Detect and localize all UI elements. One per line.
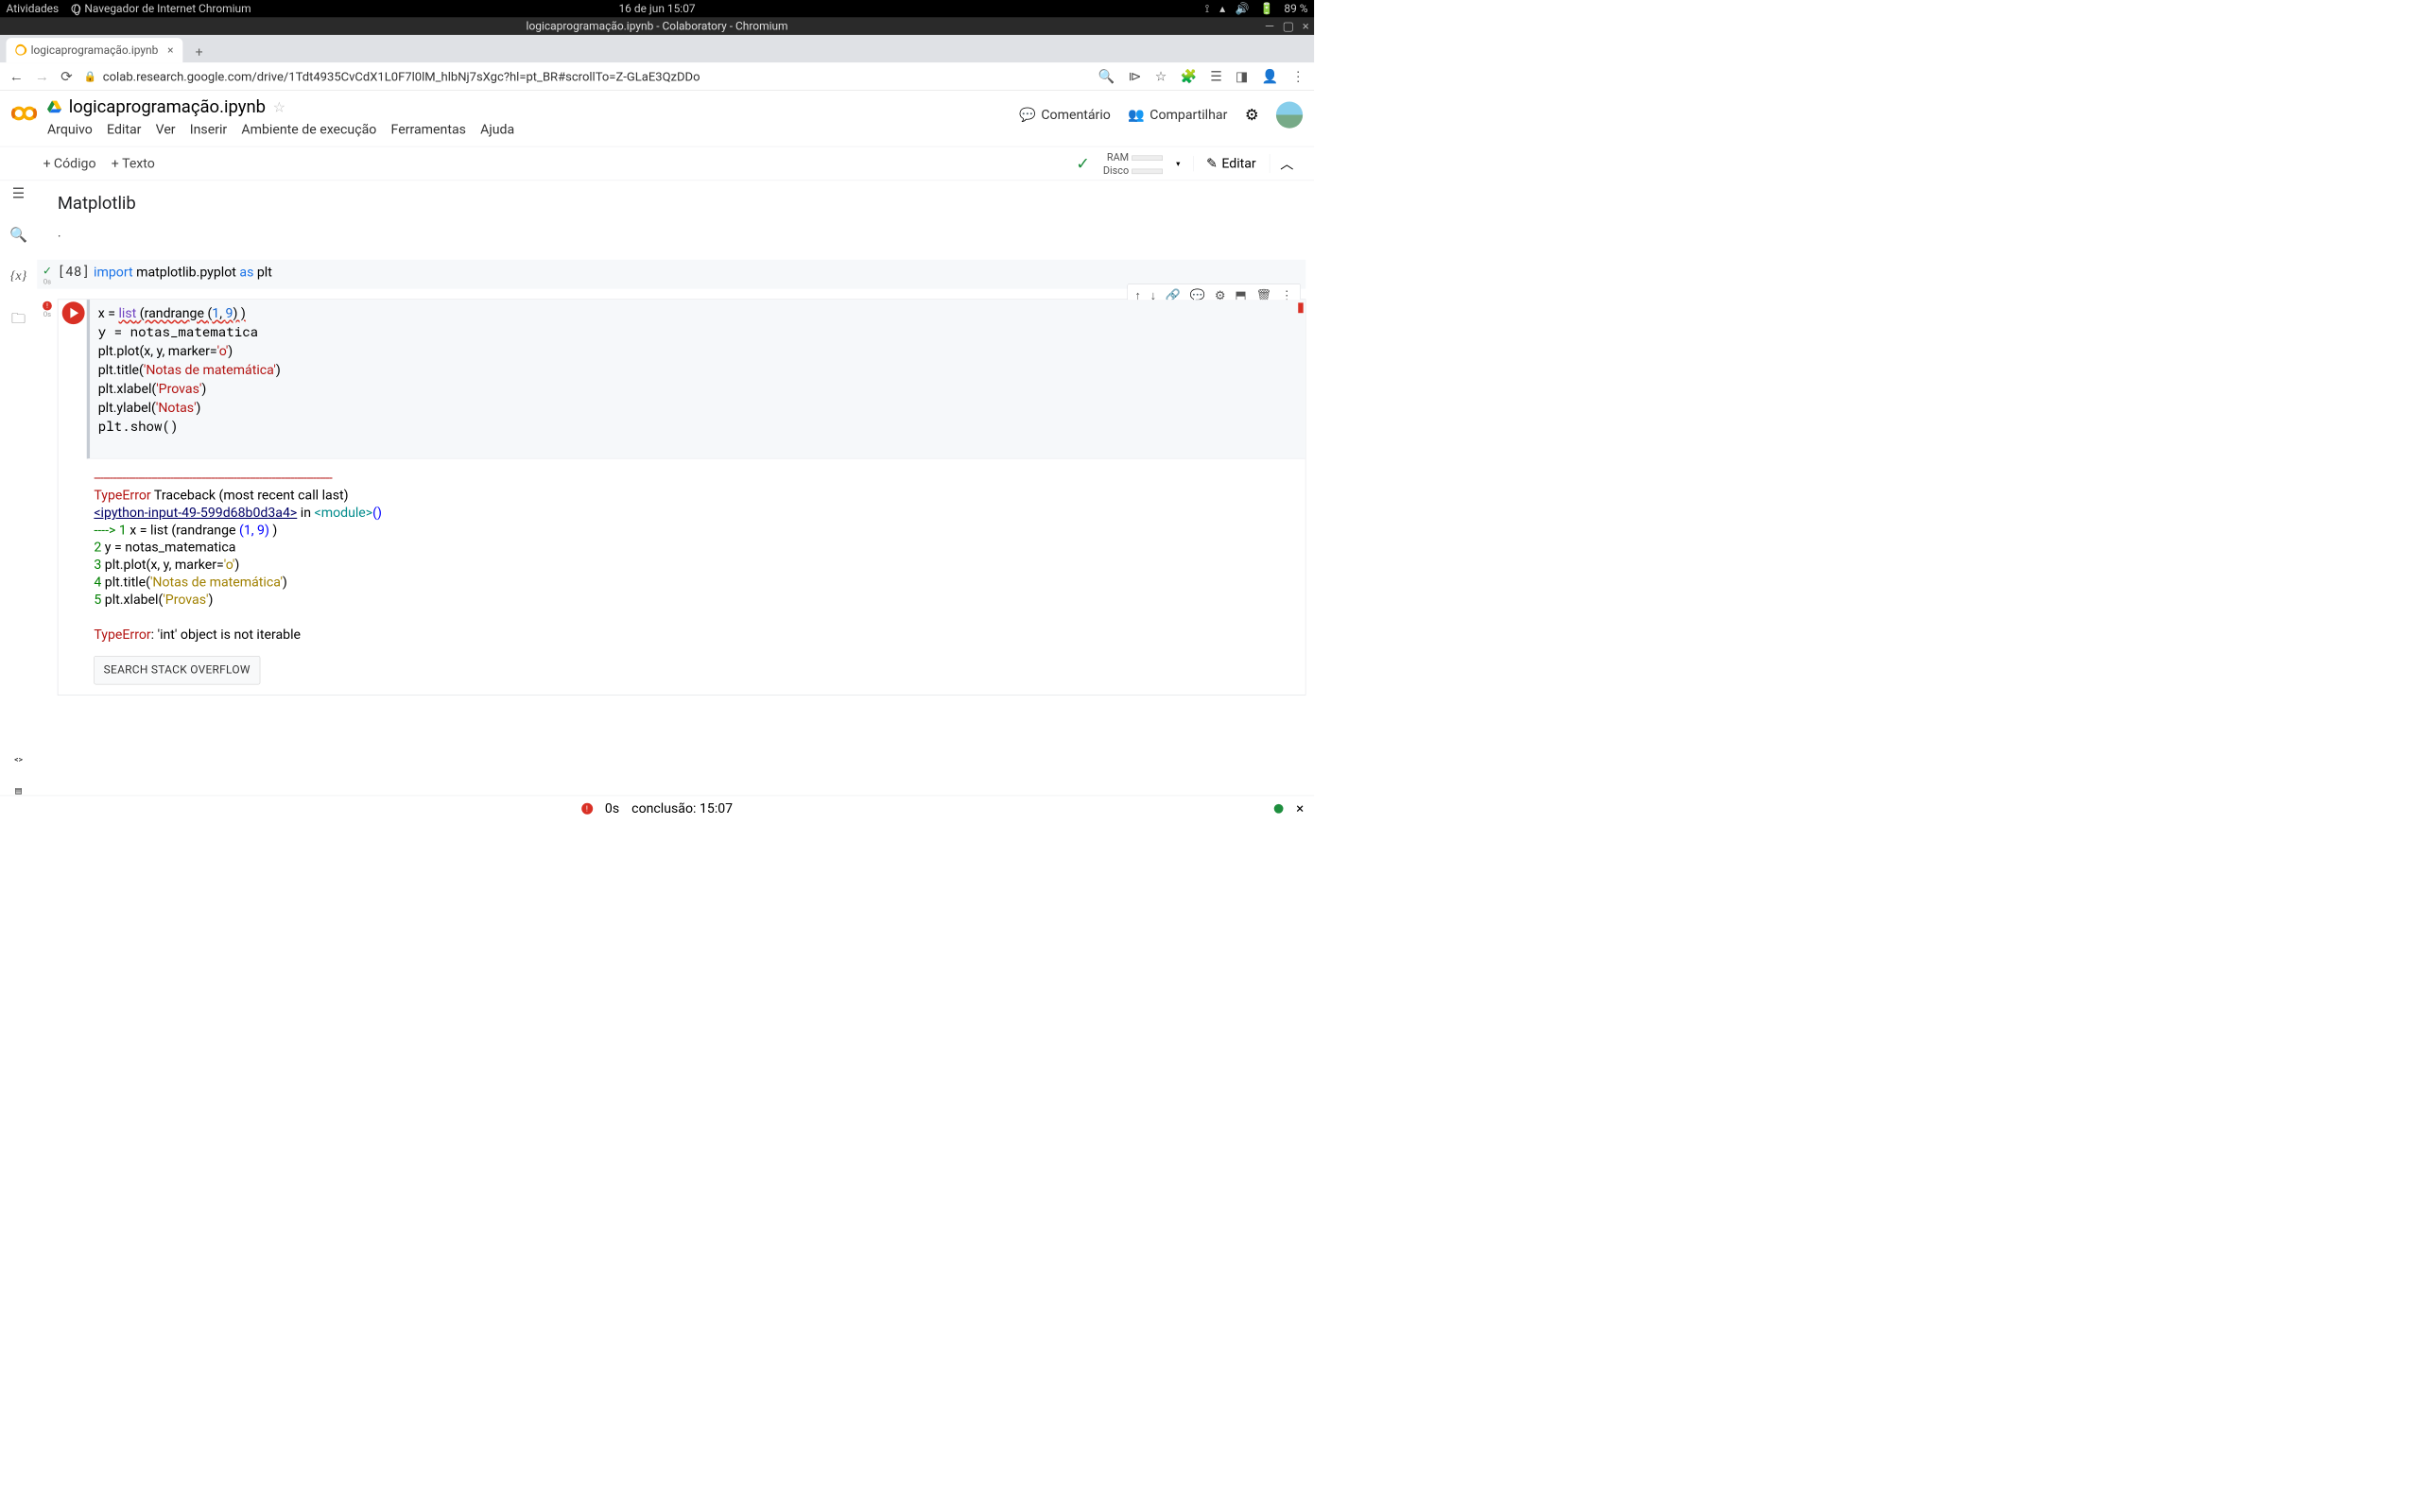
bookmark-icon[interactable]: ☆ [1155, 68, 1167, 83]
code-editor[interactable]: x = list (randrange (1, 9) ) y = notas_m… [87, 300, 1305, 458]
cell-status-check-icon: ✓ [43, 265, 52, 278]
lock-icon: 🔒 [84, 70, 97, 82]
collapse-toolbar-button[interactable]: ︿ [1270, 154, 1304, 173]
window-close[interactable]: × [1303, 19, 1309, 33]
browser-menu-icon[interactable]: ⋮ [1291, 68, 1305, 83]
colab-header: logicaprogramação.ipynb ☆ Arquivo Editar… [0, 91, 1314, 147]
left-sidebar-bottom: <> ▤ [0, 754, 37, 795]
exec-count: [48] [58, 263, 90, 285]
network-icon[interactable]: ▴ [1219, 2, 1225, 15]
reload-button[interactable]: ⟳ [60, 68, 73, 85]
close-status-icon[interactable]: × [1296, 800, 1304, 817]
address-bar[interactable]: 🔒 colab.research.google.com/drive/1Tdt49… [84, 69, 1087, 83]
menu-ajuda[interactable]: Ajuda [480, 122, 514, 137]
comment-button[interactable]: 💬 Comentário [1019, 107, 1110, 122]
cell-output: ----------------------------------------… [58, 458, 1305, 695]
people-icon: 👥 [1128, 107, 1145, 122]
window-minimize[interactable]: — [1265, 19, 1274, 33]
comment-icon: 💬 [1019, 107, 1036, 122]
notebook-toolbar: + Código + Texto ✓ RAM Disco ▾ ✎ Editar … [0, 146, 1314, 180]
forward-button[interactable]: → [35, 68, 49, 85]
globe-icon [71, 4, 80, 13]
add-code-button[interactable]: + Código [43, 156, 96, 171]
drive-icon [47, 100, 61, 112]
text-cell: · [58, 229, 1306, 244]
traceback-link[interactable]: <ipython-input-49-599d68b0d3a4> [94, 505, 297, 520]
notebook-main: Matplotlib · ✓ 0s [48] import matplotlib… [37, 180, 1305, 796]
menu-ferramentas[interactable]: Ferramentas [391, 122, 466, 137]
accessibility-icon[interactable]: ⟟ [1205, 2, 1209, 15]
settings-gear-icon[interactable]: ⚙ [1245, 106, 1259, 124]
back-button[interactable]: ← [9, 68, 24, 85]
error-marker [1298, 302, 1303, 313]
colab-logo-icon[interactable] [11, 100, 37, 126]
kernel-status-icon[interactable] [1274, 804, 1284, 814]
user-avatar[interactable] [1276, 102, 1303, 129]
table-of-contents-icon[interactable]: ☰ [12, 184, 26, 201]
plus-icon: + [43, 156, 51, 171]
add-text-button[interactable]: + Texto [112, 156, 155, 171]
star-icon[interactable]: ☆ [273, 98, 286, 115]
status-bar: ! 0s conclusão: 15:07 × [0, 796, 1314, 821]
cell-exec-time: 0s [43, 311, 51, 319]
runtime-dropdown-icon[interactable]: ▾ [1176, 159, 1180, 168]
menu-editar[interactable]: Editar [107, 122, 141, 137]
search-icon[interactable]: 🔍 [9, 226, 27, 243]
browser-tab-strip: logicaprogramação.ipynb × + [0, 35, 1314, 62]
browser-titlebar: logicaprogramação.ipynb - Colaboratory -… [0, 17, 1314, 34]
variables-icon[interactable]: {x} [10, 267, 27, 283]
chevron-up-icon: ︿ [1280, 157, 1293, 172]
menu-arquivo[interactable]: Arquivo [47, 122, 93, 137]
menu-ver[interactable]: Ver [156, 122, 176, 137]
share-button[interactable]: 👥 Compartilhar [1128, 107, 1227, 122]
reading-list-icon[interactable]: ☰ [1210, 68, 1222, 83]
cell-status-error-icon: ! [43, 301, 52, 311]
menu-ambiente[interactable]: Ambiente de execução [241, 122, 376, 137]
browser-tab[interactable]: logicaprogramação.ipynb × [7, 38, 183, 62]
colab-favicon-icon [15, 45, 26, 56]
side-panel-icon[interactable]: ◨ [1236, 68, 1248, 83]
profile-icon[interactable]: 👤 [1261, 68, 1278, 83]
cell-exec-time: 0s [43, 278, 51, 286]
activities-button[interactable]: Atividades [7, 2, 60, 15]
files-icon[interactable]: 🗀 [11, 308, 26, 333]
status-check-icon: ✓ [1076, 154, 1090, 174]
zoom-icon[interactable]: 🔍 [1098, 68, 1115, 83]
menu-bar: Arquivo Editar Ver Inserir Ambiente de e… [47, 122, 1010, 137]
edit-mode-button[interactable]: ✎ Editar [1194, 156, 1256, 171]
status-text: conclusão: 15:07 [631, 800, 733, 816]
pencil-icon: ✎ [1206, 156, 1218, 171]
status-error-icon[interactable]: ! [581, 803, 593, 815]
send-icon[interactable]: ⧐ [1129, 68, 1142, 83]
extensions-icon[interactable]: 🧩 [1181, 68, 1198, 83]
battery-icon[interactable]: 🔋 [1260, 2, 1274, 15]
menu-inserir[interactable]: Inserir [190, 122, 227, 137]
code-cell-49[interactable]: ! 0s ↑ ↓ 🔗 💬 ⚙ ⬒ 🗑 ⋮ x = list (randrange… [37, 300, 1305, 696]
volume-icon[interactable]: 🔊 [1236, 2, 1250, 15]
window-maximize[interactable]: ▢ [1283, 19, 1294, 33]
notebook-title[interactable]: logicaprogramação.ipynb [69, 96, 266, 117]
battery-percent: 89 % [1284, 2, 1307, 15]
tab-close-icon[interactable]: × [167, 43, 173, 57]
code-snippets-icon[interactable]: <> [14, 754, 23, 764]
code-cell-48[interactable]: ✓ 0s [48] import matplotlib.pyplot as pl… [37, 260, 1305, 289]
search-stackoverflow-button[interactable]: SEARCH STACK OVERFLOW [94, 656, 260, 684]
app-menu[interactable]: Navegador de Internet Chromium [71, 2, 251, 15]
run-cell-button[interactable] [62, 301, 85, 324]
browser-toolbar: ← → ⟳ 🔒 colab.research.google.com/drive/… [0, 62, 1314, 90]
left-sidebar: ☰ 🔍 {x} 🗀 [0, 180, 37, 333]
clock[interactable]: 16 de jun 15:07 [618, 2, 695, 15]
resource-indicator[interactable]: RAM Disco [1103, 150, 1163, 176]
status-time: 0s [605, 800, 619, 816]
new-tab-button[interactable]: + [189, 43, 210, 63]
gnome-top-bar: Atividades Navegador de Internet Chromiu… [0, 0, 1314, 17]
terminal-icon[interactable]: ▤ [14, 785, 22, 795]
section-heading: Matplotlib [58, 193, 1306, 214]
plus-icon: + [112, 156, 119, 171]
